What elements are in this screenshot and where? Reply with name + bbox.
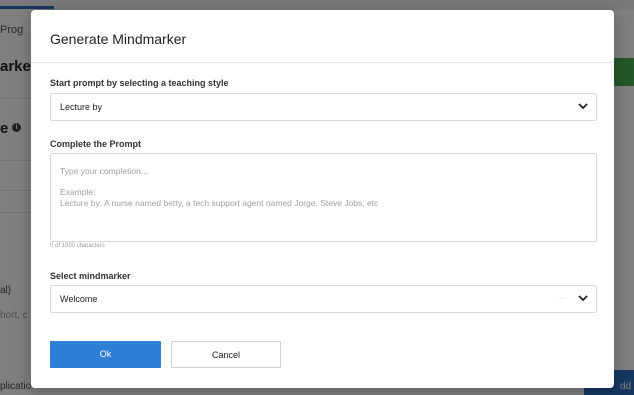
prompt-placeholder-example-heading: Example: [60, 187, 96, 197]
teaching-style-value: Lecture by [60, 102, 103, 112]
mindmarker-value: Welcome [60, 294, 98, 304]
dialog-title: Generate Mindmarker [50, 31, 187, 47]
prompt-placeholder-example: Lecture by: A nurse named betty, a tech … [60, 198, 379, 208]
teaching-style-label: Start prompt by selecting a teaching sty… [50, 78, 229, 88]
chevron-down-icon [578, 295, 588, 302]
character-counter: 0 of 1000 characters [50, 243, 105, 249]
dialog-header-divider [31, 62, 614, 63]
prompt-placeholder-line: Type your completion... [60, 166, 148, 176]
ok-button[interactable]: Ok [50, 341, 161, 368]
prompt-textarea[interactable]: Type your completion... Example: Lecture… [50, 153, 597, 242]
loading-indicator: · ··· [554, 295, 566, 302]
prompt-label: Complete the Prompt [50, 139, 142, 149]
mindmarker-select[interactable]: Welcome · ··· [50, 285, 597, 313]
chevron-down-icon [578, 103, 588, 110]
generate-mindmarker-dialog: Generate Mindmarker Start prompt by sele… [31, 10, 614, 388]
teaching-style-select[interactable]: Lecture by [50, 93, 597, 121]
mindmarker-label: Select mindmarker [50, 271, 131, 281]
cancel-button[interactable]: Cancel [171, 341, 281, 368]
